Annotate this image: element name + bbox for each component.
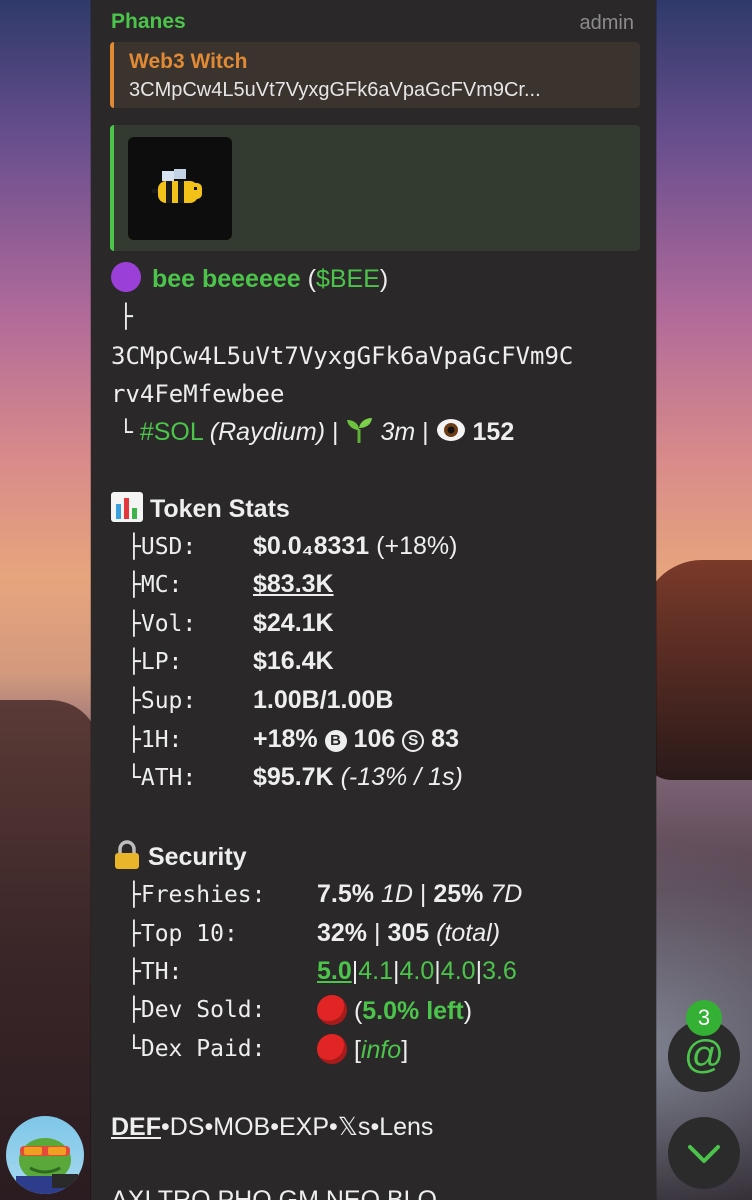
reply-preview[interactable]: Web3 Witch 3CMpCw4L5uVt7VyxgGFk6aVpaGcFV…	[110, 42, 640, 108]
background-rock	[642, 560, 752, 780]
message-bubble: Phanes admin Web3 Witch 3CMpCw4L5uVt7Vyx…	[91, 0, 656, 1200]
quick-links: DEF•DS•MOB•EXP•𝕏s•Lens	[111, 1113, 434, 1141]
sec-value-dexpaid: [info]	[317, 1034, 408, 1065]
security-heading: Security	[113, 840, 247, 877]
red-circle-icon	[317, 995, 347, 1025]
stat-label-mc: ├MC:	[127, 572, 183, 598]
view-count: 152	[472, 418, 515, 447]
stat-label-sup: ├Sup:	[127, 688, 197, 714]
sec-value-freshies: 7.5% 1D | 25% 7D	[317, 880, 523, 908]
stat-value-lp: $16.4K	[253, 647, 334, 675]
sells-count: 83	[431, 725, 459, 753]
dex-name: (Raydium)	[209, 418, 326, 447]
sender-name[interactable]: Phanes	[111, 10, 186, 34]
sec-value-top10: 32% | 305 (total)	[317, 919, 501, 947]
stat-label-usd: ├USD:	[127, 534, 197, 560]
reply-author: Web3 Witch	[129, 50, 248, 73]
sec-value-devsold: (5.0% left)	[317, 995, 472, 1026]
seedling-icon	[345, 416, 373, 451]
stat-value-usd: $0.0₄8331 (+18%)	[253, 532, 458, 560]
mentions-count-badge: 3	[686, 1000, 722, 1036]
bee-image[interactable]	[128, 137, 232, 240]
contract-address-line2[interactable]: rv4FeMfewbee	[111, 380, 284, 408]
red-circle-icon	[317, 1034, 347, 1064]
token-symbol[interactable]: $BEE	[316, 265, 380, 293]
message-header: Phanes admin	[91, 0, 656, 40]
link-ds[interactable]: DS	[170, 1113, 205, 1141]
stat-value-ath: $95.7K (-13% / 1s)	[253, 763, 463, 791]
scroll-down-button[interactable]	[668, 1117, 740, 1189]
stat-label-vol: ├Vol:	[127, 611, 197, 637]
dex-info-link[interactable]: info	[361, 1036, 401, 1064]
token-name[interactable]: bee beeeeee	[152, 265, 301, 293]
stat-label-lp: ├LP:	[127, 649, 183, 675]
at-icon: @	[683, 1033, 725, 1077]
stats-title: Token Stats	[149, 495, 290, 524]
stat-label-1h: ├1H:	[127, 727, 183, 753]
link-lens[interactable]: Lens	[379, 1113, 433, 1141]
bee-icon	[152, 168, 202, 203]
eye-icon	[436, 417, 466, 450]
stat-value-mc[interactable]: $83.3K	[253, 570, 334, 599]
stat-value-sup: 1.00B/1.00B	[253, 686, 394, 714]
top-holder-link[interactable]: 3.6	[482, 957, 517, 985]
stat-value-1h: +18% B 106 S 83	[253, 725, 459, 753]
frog-avatar-icon	[16, 1138, 78, 1194]
tree-branch: ├	[119, 304, 133, 330]
purple-circle-icon	[111, 262, 141, 292]
stat-label-ath: └ATH:	[127, 765, 197, 791]
link-exp[interactable]: EXP	[279, 1113, 329, 1141]
separator: |	[332, 418, 339, 447]
token-meta: └ #SOL (Raydium) | 3m | 152	[119, 416, 514, 451]
top-holder-link[interactable]: 4.0	[400, 957, 435, 985]
paren: )	[379, 265, 389, 293]
sec-label-devsold: ├Dev Sold:	[127, 997, 266, 1023]
buys-icon: B	[324, 730, 347, 752]
stat-value-vol: $24.1K	[253, 609, 334, 637]
token-age: 3m	[380, 418, 416, 447]
separator: |	[422, 418, 429, 447]
buys-count: 106	[353, 725, 396, 753]
sender-role: admin	[579, 12, 634, 34]
tree-end: └	[119, 420, 133, 447]
link-xs[interactable]: 𝕏s	[338, 1113, 371, 1141]
chevron-down-icon	[688, 1145, 720, 1163]
bar-chart-icon	[111, 492, 143, 529]
quick-links-row2[interactable]: AXI TRO PHO GM NEO BLO	[111, 1186, 437, 1200]
top-holder-link[interactable]: 4.0	[441, 957, 476, 985]
avatar[interactable]	[6, 1116, 84, 1194]
reply-text: 3CMpCw4L5uVt7VyxgGFk6aVpaGcFVm9Cr...	[129, 79, 541, 101]
sec-label-th: ├TH:	[127, 959, 183, 985]
lock-icon	[113, 840, 141, 877]
sec-label-freshies: ├Freshies:	[127, 882, 266, 908]
link-mob[interactable]: MOB	[213, 1113, 270, 1141]
top-holder-link[interactable]: 5.0	[317, 957, 352, 985]
contract-address-line1[interactable]: 3CMpCw4L5uVt7VyxgGFk6aVpaGcFVm9C	[111, 342, 573, 370]
link-def[interactable]: DEF	[111, 1113, 161, 1141]
sells-icon: S	[402, 730, 425, 752]
dev-left-link[interactable]: 5.0% left	[362, 997, 463, 1025]
top-holder-link[interactable]: 4.1	[358, 957, 393, 985]
stats-heading: Token Stats	[111, 492, 290, 529]
security-title: Security	[147, 843, 247, 872]
token-title: bee beeeeee ($BEE)	[111, 262, 388, 294]
sec-label-dexpaid: └Dex Paid:	[127, 1036, 266, 1062]
sec-value-th: 5.0|4.1|4.0|4.0|3.6	[317, 957, 517, 985]
chain-hashtag[interactable]: #SOL	[140, 418, 203, 446]
paren: (	[307, 265, 316, 293]
media-preview[interactable]	[110, 125, 640, 251]
sec-label-top10: ├Top 10:	[127, 921, 238, 947]
